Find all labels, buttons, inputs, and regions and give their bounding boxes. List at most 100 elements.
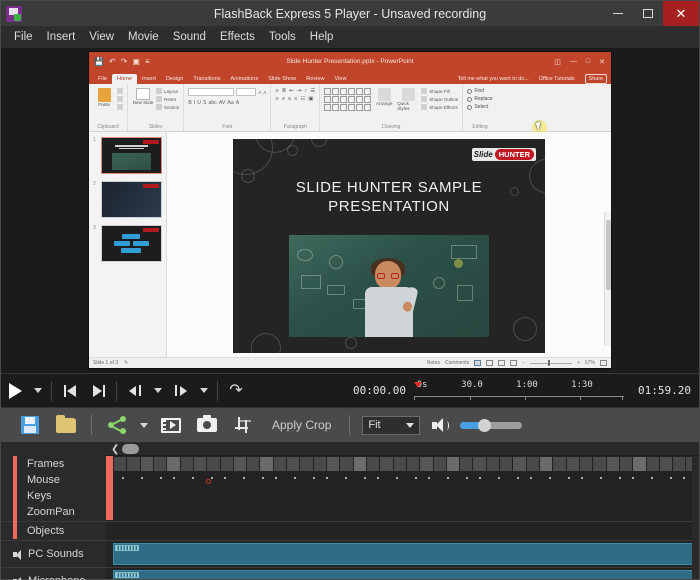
mouse-move-marker	[275, 477, 277, 479]
crop-button[interactable]	[226, 410, 260, 440]
current-time-display: 00:00.00	[353, 384, 407, 397]
mouse-event-markers	[114, 472, 699, 488]
play-options-button[interactable]	[29, 374, 47, 408]
ppt-find-label: Find	[474, 88, 485, 94]
mouse-click-marker[interactable]	[206, 479, 211, 484]
zoom-select[interactable]: Fit	[362, 415, 421, 435]
track-lane-keys[interactable]	[106, 488, 699, 504]
timeline-panel: Frames Mouse Keys ZoomPan Objects PC Sou…	[1, 443, 699, 580]
ppt-decrease-indent-icon: ⇤	[289, 88, 294, 94]
ppt-tab-transitions: Transitions	[193, 76, 221, 82]
skip-end-icon	[92, 384, 105, 397]
skip-to-end-button[interactable]	[84, 374, 112, 408]
mouse-move-marker	[498, 477, 500, 479]
menu-item-insert[interactable]: Insert	[40, 28, 83, 46]
timeline-vertical-scrollbar[interactable]	[692, 456, 699, 579]
track-label-zoompan[interactable]: ZoomPan	[1, 504, 106, 520]
volume-slider[interactable]	[460, 418, 523, 432]
share-button[interactable]	[100, 410, 134, 440]
mouse-move-marker	[262, 477, 264, 479]
folder-open-icon	[56, 414, 76, 433]
slide-hunter-logo: Slide HUNTER	[471, 148, 536, 161]
frame-thumbnail	[153, 457, 167, 471]
step-forward-options-button[interactable]	[195, 374, 213, 408]
speaker-icon[interactable]	[13, 576, 24, 580]
speaker-icon[interactable]	[13, 549, 24, 560]
track-label-microphone[interactable]: Microphone	[1, 569, 106, 580]
apply-crop-button[interactable]: Apply Crop	[262, 418, 341, 432]
track-label-frames[interactable]: Frames	[1, 456, 106, 472]
ppt-layout-button: Layout	[156, 88, 179, 94]
export-movie-icon	[161, 417, 181, 433]
play-button[interactable]	[1, 374, 29, 408]
frame-thumbnail	[526, 457, 539, 471]
ppt-group-label-editing: Editing	[472, 124, 488, 130]
skip-to-start-button[interactable]	[56, 374, 84, 408]
open-button[interactable]	[49, 410, 83, 440]
menu-item-help[interactable]: Help	[303, 28, 341, 46]
scrollbar-thumb[interactable]	[122, 444, 140, 454]
shape-icon	[356, 88, 364, 95]
save-button[interactable]	[13, 410, 47, 440]
thumbnail-diagram	[110, 232, 153, 255]
track-start-marker	[106, 472, 113, 488]
snapshot-button[interactable]	[190, 410, 224, 440]
ppt-comments-button: Comments	[444, 360, 470, 366]
chevron-left-icon[interactable]: ❮	[108, 444, 122, 455]
playhead-handle[interactable]	[414, 381, 423, 405]
menu-item-effects[interactable]: Effects	[213, 28, 262, 46]
menu-item-sound[interactable]: Sound	[166, 28, 213, 46]
loop-button[interactable]: ↷	[222, 374, 250, 408]
playback-controls: ↷	[1, 374, 250, 408]
frame-thumbnail	[180, 457, 193, 471]
ppt-title-bar: 💾 ↶ ↷ ▣ ≡ Slide Hunter Presentation.pptx…	[89, 52, 611, 71]
step-back-button[interactable]	[121, 374, 149, 408]
timeline-ruler[interactable]: 0s 30.0 1:00 1:30	[410, 374, 638, 408]
menu-item-view[interactable]: View	[82, 28, 121, 46]
frame-thumbnail	[114, 457, 127, 471]
track-label-pc-sounds[interactable]: PC Sounds	[1, 542, 106, 566]
track-lane-zoompan[interactable]	[106, 504, 699, 520]
close-button[interactable]: ✕	[663, 1, 699, 26]
track-lanes[interactable]: ❮	[106, 443, 699, 579]
mouse-move-marker	[600, 477, 602, 479]
video-preview-stage[interactable]: 💾 ↶ ↷ ▣ ≡ Slide Hunter Presentation.pptx…	[1, 48, 699, 373]
menu-item-file[interactable]: File	[7, 28, 40, 46]
format-painter-icon	[117, 104, 123, 110]
track-lane-microphone[interactable]	[106, 569, 699, 579]
ppt-font-name-input	[188, 88, 235, 96]
frame-thumbnail	[513, 457, 526, 471]
menu-item-movie[interactable]: Movie	[121, 28, 166, 46]
track-lane-mouse[interactable]	[106, 472, 699, 488]
timeline-horizontal-scrollbar[interactable]: ❮	[106, 443, 699, 456]
step-back-options-button[interactable]	[149, 374, 167, 408]
ppt-minimize-icon: —	[569, 57, 577, 65]
share-options-button[interactable]	[136, 410, 152, 440]
step-forward-button[interactable]	[167, 374, 195, 408]
frame-thumbnail	[287, 457, 300, 471]
track-label-keys[interactable]: Keys	[1, 488, 106, 504]
maximize-icon	[643, 9, 653, 18]
ppt-cut-button	[117, 88, 123, 94]
frame-thumbnail	[593, 457, 606, 471]
clip-handle[interactable]	[115, 572, 139, 578]
track-lane-objects[interactable]	[106, 523, 699, 539]
track-label-objects[interactable]: Objects	[1, 523, 106, 539]
menu-item-tools[interactable]: Tools	[262, 28, 303, 46]
audio-clip-pc-sounds[interactable]	[113, 543, 697, 565]
export-movie-button[interactable]	[154, 410, 188, 440]
minimize-button[interactable]	[603, 1, 633, 26]
divider	[217, 380, 218, 401]
track-lane-frames[interactable]	[106, 456, 699, 472]
ppt-zoom-in-icon: +	[577, 360, 580, 366]
shape-outline-icon	[421, 96, 428, 102]
volume-slider-knob[interactable]	[477, 418, 491, 432]
track-label-mouse[interactable]: Mouse	[1, 472, 106, 488]
shape-icon	[340, 88, 348, 95]
track-lane-pc-sounds[interactable]	[106, 542, 699, 566]
volume-icon[interactable]	[432, 417, 450, 433]
mouse-move-marker	[364, 477, 366, 479]
maximize-button[interactable]	[633, 1, 663, 26]
audio-clip-microphone[interactable]	[113, 570, 697, 579]
clip-handle[interactable]	[115, 545, 139, 551]
